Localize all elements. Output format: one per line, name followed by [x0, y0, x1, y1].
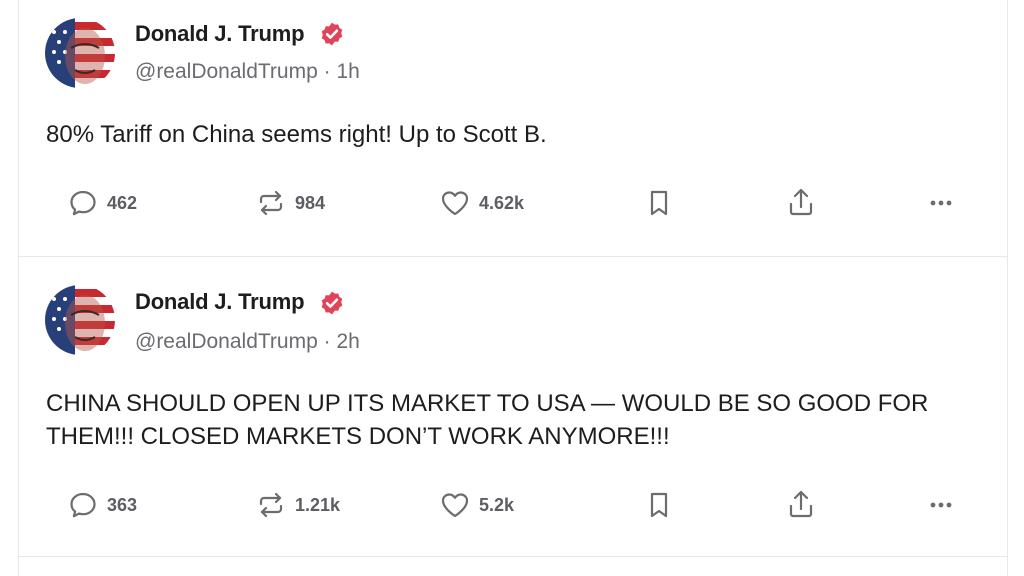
repost-count: 1.21k: [295, 494, 341, 515]
more-icon: [930, 200, 952, 206]
post-actions: 363 1.21k 5.2k: [19, 485, 1007, 525]
reply-icon: [70, 190, 96, 216]
bookmark-button[interactable]: [643, 485, 675, 525]
repost-icon: [259, 492, 283, 518]
bookmark-icon: [650, 492, 668, 518]
post-actions: 462 984 4.62k: [19, 183, 1007, 223]
share-button[interactable]: [785, 485, 817, 525]
share-button[interactable]: [785, 183, 817, 223]
author-name[interactable]: Donald J. Trump: [135, 21, 305, 47]
share-icon: [789, 188, 813, 216]
avatar[interactable]: [45, 18, 115, 88]
reply-icon: [70, 492, 96, 518]
verified-badge-icon: [321, 22, 343, 46]
post-text: CHINA SHOULD OPEN UP ITS MARKET TO USA —…: [46, 390, 929, 450]
verified-badge-icon: [321, 291, 343, 315]
reply-count: 363: [107, 494, 138, 515]
post[interactable]: Donald J. Trump @realDonaldTrump · 2h CH…: [19, 257, 1007, 557]
more-button[interactable]: [925, 183, 957, 223]
bookmark-button[interactable]: [643, 183, 675, 223]
avatar[interactable]: [45, 285, 115, 355]
post-text: 80% Tariff on China seems right! Up to S…: [46, 121, 547, 148]
share-icon: [789, 490, 813, 518]
more-icon: [930, 502, 952, 508]
repost-button[interactable]: 1.21k: [255, 485, 340, 525]
heart-icon: [441, 191, 469, 216]
repost-icon: [259, 190, 283, 216]
like-button[interactable]: 5.2k: [439, 485, 514, 525]
like-count: 5.2k: [479, 494, 515, 515]
author-handle[interactable]: @realDonaldTrump · 2h: [135, 330, 360, 354]
feed: Donald J. Trump @realDonaldTrump · 1h 80…: [18, 0, 1008, 576]
more-button[interactable]: [925, 485, 957, 525]
bookmark-icon: [650, 190, 668, 216]
repost-button[interactable]: 984: [255, 183, 325, 223]
author-name[interactable]: Donald J. Trump: [135, 289, 305, 315]
reply-button[interactable]: 363: [67, 485, 137, 525]
reply-button[interactable]: 462: [67, 183, 137, 223]
like-count: 4.62k: [479, 192, 525, 213]
author-handle[interactable]: @realDonaldTrump · 1h: [135, 60, 360, 84]
like-button[interactable]: 4.62k: [439, 183, 524, 223]
heart-icon: [441, 493, 469, 518]
repost-count: 984: [295, 192, 326, 213]
post[interactable]: Donald J. Trump @realDonaldTrump · 1h 80…: [19, 0, 1007, 257]
reply-count: 462: [107, 192, 138, 213]
